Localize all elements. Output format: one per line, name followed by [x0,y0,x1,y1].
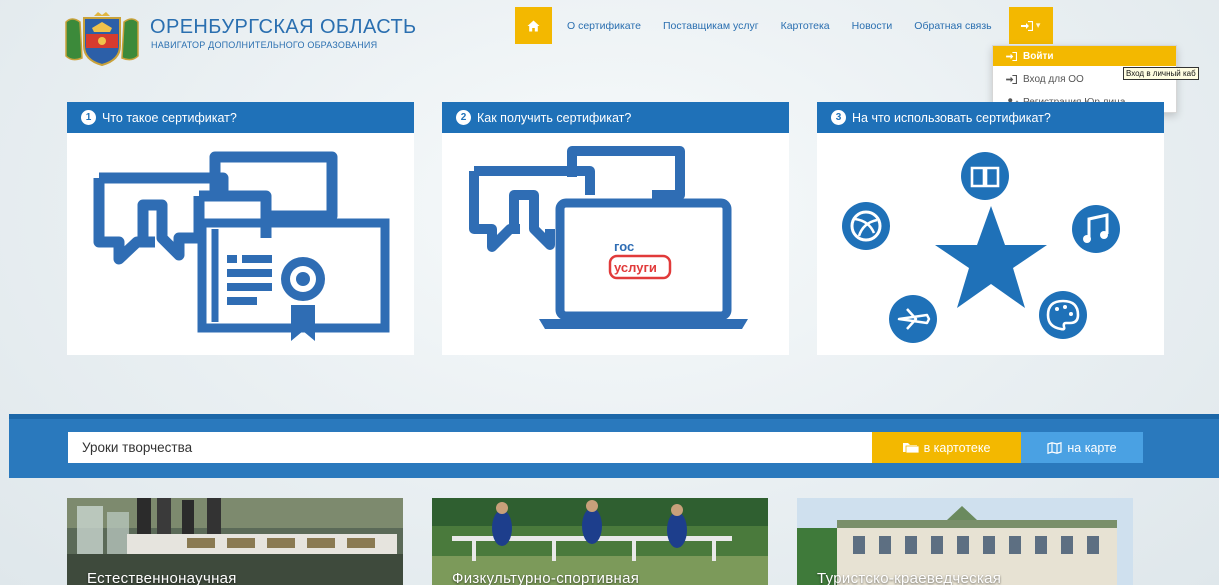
chevron-down-icon: ▾ [1035,20,1041,30]
card-header: 1 Что такое сертификат? [67,102,414,133]
gosuslugi-logo: гос услуги [603,231,675,291]
step-number-badge: 3 [831,110,846,125]
step-number-badge: 2 [456,110,471,125]
dropdown-item-label: Войти [1023,50,1054,62]
step-number-badge: 1 [81,110,96,125]
sign-in-icon [1006,75,1020,84]
card-what-is-certificate[interactable]: 1 Что такое сертификат? [67,102,414,355]
card-header: 3 На что использовать сертификат? [817,102,1164,133]
airplane-icon [889,295,937,343]
search-on-map-label: на карте [1067,440,1117,455]
home-button[interactable] [515,7,552,44]
nav-news[interactable]: Новости [841,7,904,44]
tile-label: Туристско-краеведческая [817,570,1002,585]
activities-illustration [842,152,1120,343]
folder-icon [902,442,919,453]
nav-providers[interactable]: Поставщикам услуг [652,7,770,44]
card-title: На что использовать сертификат? [852,110,1051,125]
nav-feedback[interactable]: Обратная связь [903,7,1002,44]
category-tile-natural-science[interactable]: Естественнонаучная [67,498,403,585]
search-in-catalog-label: в картотеке [923,440,991,455]
tile-label: Естественнонаучная [87,570,237,585]
music-icon [1072,205,1120,253]
gosuslugi-logo-line1: гос [614,239,634,254]
nav-about-certificate[interactable]: О сертификате [556,7,652,44]
search-in-catalog-button[interactable]: в картотеке [872,432,1021,463]
main-nav: О сертификате Поставщикам услуг Картотек… [515,7,1053,44]
sign-in-icon [1006,51,1020,61]
tile-label: Физкультурно-спортивная [452,570,640,585]
laptop-gosuslugi-illustration: гос услуги [469,146,748,329]
card-title: Как получить сертификат? [477,110,632,125]
dropdown-item-login[interactable]: Войти [993,46,1176,66]
certificate-illustration [93,151,390,341]
card-how-to-get-certificate[interactable]: 2 Как получить сертификат? гос услуги [442,102,789,355]
nav-catalog[interactable]: Картотека [770,7,841,44]
book-icon [961,152,1009,200]
gosuslugi-logo-line2: услуги [614,260,657,275]
oblast-emblem-logo[interactable] [62,12,142,66]
palette-icon [1039,291,1087,339]
card-title: Что такое сертификат? [102,110,237,125]
map-icon [1047,441,1062,454]
search-input[interactable] [68,432,872,463]
category-tile-tourism[interactable]: Туристско-краеведческая [797,498,1133,585]
dropdown-item-label: Вход для ОО [1023,74,1084,85]
category-tile-sports[interactable]: Физкультурно-спортивная [432,498,768,585]
card-what-to-use-certificate[interactable]: 3 На что использовать сертификат? [817,102,1164,355]
volleyball-icon [842,202,890,250]
tooltip: Вход в личный каб [1123,67,1199,80]
home-icon [527,20,540,31]
login-dropdown-toggle[interactable]: ▾ [1008,7,1053,44]
card-header: 2 Как получить сертификат? [442,102,789,133]
search-on-map-button[interactable]: на карте [1021,432,1143,463]
sign-in-icon [1020,20,1033,31]
brand-subtitle: НАВИГАТОР ДОПОЛНИТЕЛЬНОГО ОБРАЗОВАНИЯ [151,40,378,50]
brand-title[interactable]: ОРЕНБУРГСКАЯ ОБЛАСТЬ [150,16,417,39]
